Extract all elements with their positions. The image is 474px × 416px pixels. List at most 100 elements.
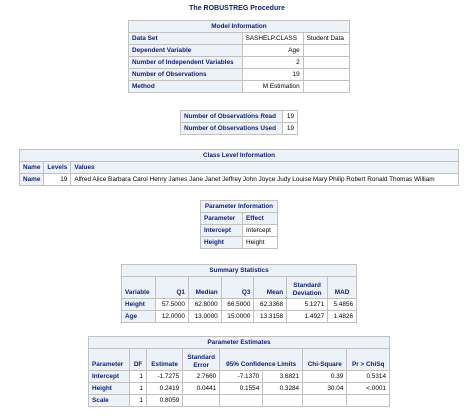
cell: 0.39 <box>302 370 348 383</box>
cell: 19 <box>241 68 304 81</box>
table-caption: Summary Statistics <box>121 264 357 277</box>
cell: 19 <box>282 122 298 135</box>
cell: 1.4927 <box>286 310 329 323</box>
row-header: Age <box>120 310 157 323</box>
column-header: Variable <box>120 276 157 299</box>
cell: 66.5000 <box>220 298 255 311</box>
table-row: Number of Independent Variables 2 <box>128 56 351 69</box>
cell: 5.4856 <box>327 298 357 311</box>
row-header: Height <box>200 236 243 249</box>
column-header: DF <box>129 348 147 371</box>
cell: 1 <box>129 382 147 395</box>
table-row: Intercept Intercept <box>200 224 278 237</box>
cell: 30.04 <box>302 382 348 395</box>
cell <box>302 80 351 93</box>
cell <box>302 56 351 69</box>
column-header: Name <box>18 161 45 174</box>
cell <box>219 394 264 407</box>
cell: -7.1370 <box>219 370 264 383</box>
table-row: Number of Observations Read 19 <box>179 110 298 123</box>
cell: -1.7275 <box>145 370 184 383</box>
cell: 2.7660 <box>182 370 221 383</box>
cell: 62.3368 <box>253 298 288 311</box>
cell <box>302 44 351 57</box>
column-header: Q1 <box>155 276 189 299</box>
cell: 19 <box>282 110 298 123</box>
table-header-row: Name Levels Values <box>18 161 459 174</box>
column-header: Standard Error <box>182 348 221 371</box>
table-header-row: Parameter Effect <box>200 212 278 225</box>
cell: 1 <box>129 394 147 407</box>
row-header: Height <box>120 298 157 311</box>
cell: 13.3158 <box>253 310 288 323</box>
cell: 57.5000 <box>155 298 189 311</box>
row-header: Number of Observations Read <box>179 110 284 123</box>
table-caption: Model Information <box>128 20 350 33</box>
row-header: Intercept <box>200 224 243 237</box>
table-row: Height 57.5000 62.8000 66.5000 62.3368 5… <box>120 298 357 311</box>
table-row: Name 19 Alfred Alice Barbara Carol Henry… <box>18 173 459 186</box>
column-header: Q3 <box>220 276 255 299</box>
cell: 1 <box>129 370 147 383</box>
cell <box>302 68 351 81</box>
row-header: Data Set <box>128 32 243 45</box>
row-header: Number of Observations <box>128 68 243 81</box>
cell: 12.0000 <box>155 310 189 323</box>
cell: 3.6821 <box>262 370 304 383</box>
cell: 15.0000 <box>220 310 255 323</box>
procedure-title: The ROBUSTREG Procedure <box>189 5 285 12</box>
row-header: Number of Observations Used <box>179 122 284 135</box>
table-row: Intercept 1 -1.7275 2.7660 -7.1370 3.682… <box>87 370 390 383</box>
cell: 0.8059 <box>145 394 184 407</box>
table-row: Scale 1 0.8059 <box>87 394 390 407</box>
table-caption: Parameter Information <box>200 200 278 213</box>
table-header-row: Variable Q1 Median Q3 Mean Standard Devi… <box>120 276 357 299</box>
cell: Alfred Alice Barbara Carol Henry James J… <box>70 173 459 186</box>
model-information-table: Model Information Data Set SASHELP.CLASS… <box>128 20 351 93</box>
cell: 62.8000 <box>187 298 222 311</box>
column-header: 95% Confidence Limits <box>219 348 304 371</box>
column-header: Estimate <box>145 348 184 371</box>
table-row: Number of Observations Used 19 <box>179 122 298 135</box>
cell: Age <box>241 44 304 57</box>
summary-statistics-table: Summary Statistics Variable Q1 Median Q3… <box>120 264 357 323</box>
column-header: Values <box>70 161 459 174</box>
cell: 2 <box>241 56 304 69</box>
cell: 0.3284 <box>262 382 304 395</box>
column-header: Median <box>187 276 222 299</box>
cell: Intercept <box>242 224 278 237</box>
observation-counts-table: Number of Observations Read 19 Number of… <box>179 110 298 135</box>
cell: Height <box>242 236 278 249</box>
cell: 0.0441 <box>182 382 221 395</box>
table-row: Dependent Variable Age <box>128 44 351 57</box>
table-row: Height Height <box>200 236 278 249</box>
column-header: Standard Deviation <box>286 276 329 299</box>
cell: Student Data <box>302 32 351 45</box>
table-caption: Class Level Information <box>19 149 459 162</box>
row-header: Number of Independent Variables <box>128 56 243 69</box>
table-row: Method M Estimation <box>128 80 351 93</box>
cell: 0.5314 <box>346 370 390 383</box>
cell: M Estimation <box>241 80 304 93</box>
cell: 13.0000 <box>187 310 222 323</box>
column-header: MAD <box>327 276 357 299</box>
cell <box>302 394 348 407</box>
cell: 0.2419 <box>145 382 184 395</box>
row-header: Scale <box>87 394 131 407</box>
row-header: Intercept <box>87 370 131 383</box>
table-caption: Parameter Estimates <box>88 336 390 349</box>
row-header: Name <box>18 173 45 186</box>
table-row: Height 1 0.2419 0.0441 0.1554 0.3284 30.… <box>87 382 390 395</box>
column-header: Chi-Square <box>302 348 348 371</box>
cell: <.0001 <box>346 382 390 395</box>
column-header: Effect <box>242 212 278 225</box>
column-header: Parameter <box>200 212 243 225</box>
cell <box>262 394 304 407</box>
cell <box>346 394 390 407</box>
column-header: Mean <box>253 276 288 299</box>
cell: 19 <box>43 173 72 186</box>
cell: 0.1554 <box>219 382 264 395</box>
table-row: Age 12.0000 13.0000 15.0000 13.3158 1.49… <box>120 310 357 323</box>
table-row: Data Set SASHELP.CLASS Student Data <box>128 32 351 45</box>
column-header: Levels <box>43 161 72 174</box>
